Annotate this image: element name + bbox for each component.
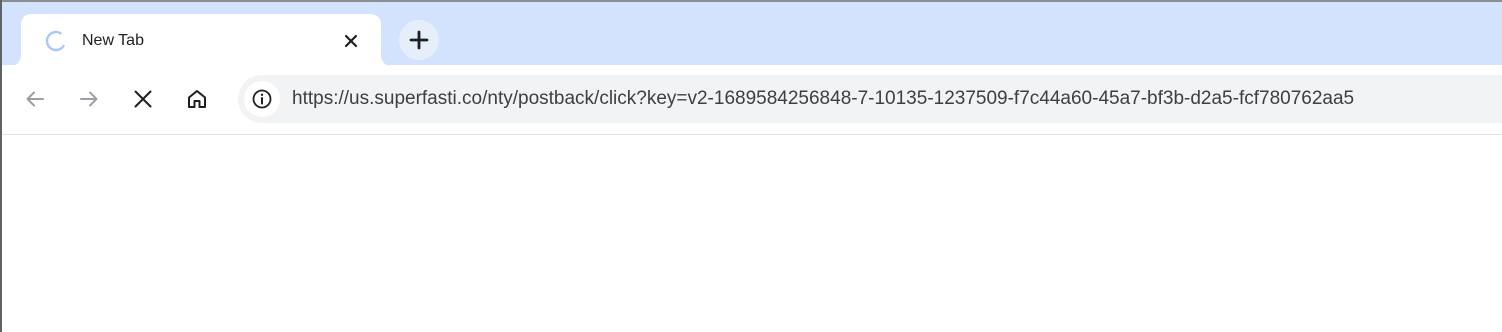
arrow-right-icon bbox=[78, 88, 100, 110]
browser-toolbar: https://us.superfasti.co/nty/postback/cl… bbox=[2, 65, 1502, 135]
browser-window: New Tab https://us.superfasti.co/nty/pos… bbox=[0, 0, 1502, 332]
new-tab-button[interactable] bbox=[399, 20, 439, 60]
tab-new-tab[interactable]: New Tab bbox=[21, 14, 381, 69]
tab-title: New Tab bbox=[82, 32, 144, 49]
forward-button[interactable] bbox=[73, 83, 105, 115]
site-info-button[interactable] bbox=[244, 81, 280, 117]
url-text[interactable]: https://us.superfasti.co/nty/postback/cl… bbox=[292, 88, 1354, 110]
page-content-area bbox=[2, 135, 1502, 332]
plus-icon bbox=[408, 29, 430, 51]
close-icon[interactable] bbox=[339, 29, 363, 53]
loading-spinner-icon bbox=[43, 29, 67, 53]
arrow-left-icon bbox=[24, 88, 46, 110]
tab-strip: New Tab bbox=[2, 2, 1502, 69]
address-bar[interactable]: https://us.superfasti.co/nty/postback/cl… bbox=[238, 75, 1502, 123]
close-icon bbox=[132, 88, 154, 110]
stop-loading-button[interactable] bbox=[127, 83, 159, 115]
home-button[interactable] bbox=[181, 83, 213, 115]
info-icon bbox=[251, 88, 273, 110]
home-icon bbox=[185, 87, 209, 111]
back-button[interactable] bbox=[19, 83, 51, 115]
